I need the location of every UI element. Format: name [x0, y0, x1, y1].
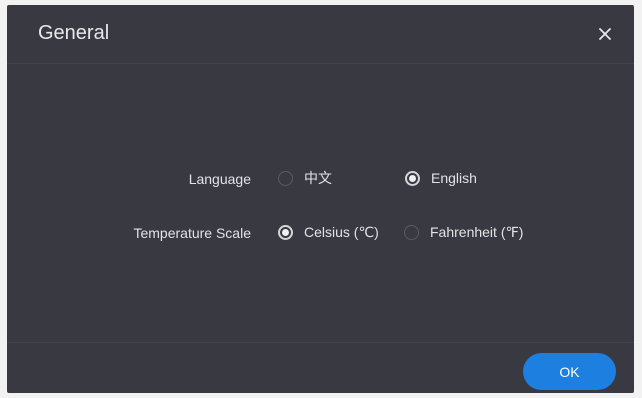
radio-chinese[interactable]	[278, 170, 293, 186]
dialog-title: General	[38, 22, 110, 44]
radio-fahrenheit[interactable]	[404, 224, 419, 240]
dialog-titlebar: General	[7, 5, 634, 63]
footer-divider	[7, 342, 634, 343]
temperature-option-fahrenheit-label: Fahrenheit (℉)	[430, 223, 524, 240]
temperature-scale-label: Temperature Scale	[133, 225, 251, 241]
language-label: Language	[188, 171, 251, 187]
title-divider	[7, 63, 634, 64]
temperature-option-fahrenheit[interactable]: Fahrenheit (℉)	[404, 222, 523, 242]
language-option-chinese[interactable]: 中文	[278, 168, 332, 188]
radio-celsius[interactable]	[278, 224, 293, 240]
general-settings-dialog: General Language 中文 English Temperature …	[7, 5, 634, 393]
close-icon[interactable]	[594, 23, 616, 45]
ok-button[interactable]: OK	[523, 353, 616, 390]
language-option-english[interactable]: English	[405, 168, 477, 188]
radio-english[interactable]	[405, 170, 420, 186]
language-option-chinese-label: 中文	[304, 170, 332, 186]
temperature-option-celsius[interactable]: Celsius (℃)	[278, 222, 379, 242]
language-option-english-label: English	[431, 170, 477, 186]
temperature-option-celsius-label: Celsius (℃)	[304, 223, 379, 240]
